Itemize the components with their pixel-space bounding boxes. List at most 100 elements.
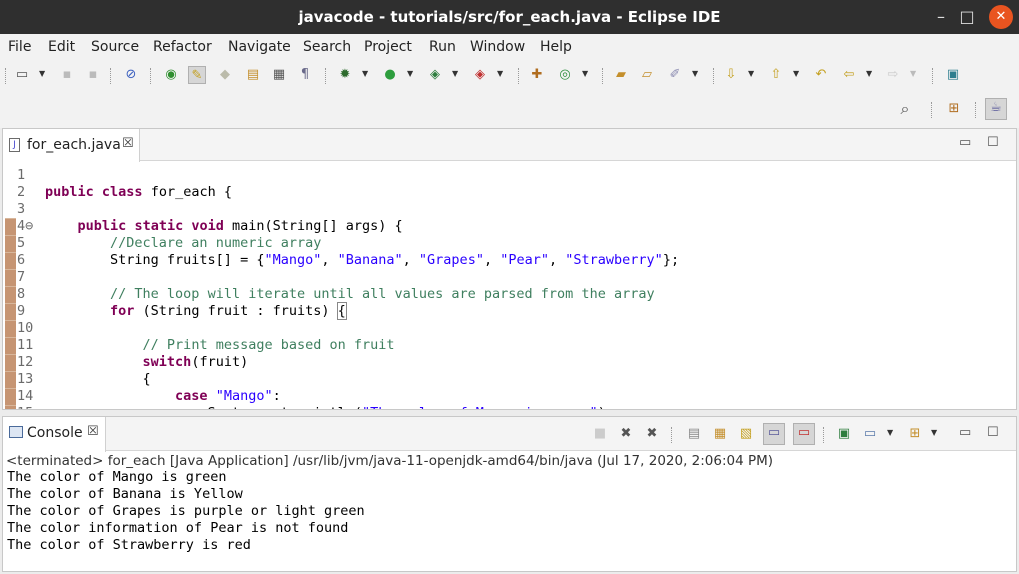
java-perspective-icon[interactable]: ☕ [985,98,1007,120]
save-icon[interactable]: ▪ [58,66,76,84]
tab-console[interactable]: Console ☒ [3,417,106,452]
terminate-icon[interactable]: ■ [591,425,609,443]
code-line[interactable]: 8 // The loop will iterate until all val… [3,286,1003,303]
external-tools-icon[interactable]: ◈ [471,66,489,84]
show-whitespace-icon[interactable]: ¶ [296,66,314,84]
code-line[interactable]: 3 [3,201,1003,218]
tab-label: for_each.java [27,137,121,153]
pin-console-icon[interactable]: ▣ [835,425,853,443]
code-text: public static void main(String[] args) { [77,218,403,234]
open-type-hierarchy-icon[interactable]: ▰ [612,66,630,84]
mark-occurrences-icon[interactable]: ✎ [188,66,206,84]
display-selected-console-icon[interactable]: ▭ [861,425,879,443]
chevron-down-icon[interactable]: ▼ [39,69,45,78]
chevron-down-icon[interactable]: ▼ [582,69,588,78]
search-tool-icon[interactable]: ✐ [666,66,684,84]
show-console-on-error-icon[interactable]: ▭ [793,423,815,445]
console-panel: Console ☒ ■ ✖ ✖ ▤ ▦ ▧ ▭ ▭ ▣ ▭ ▼ ⊞ ▼ ▭ ☐ … [2,416,1017,572]
chevron-down-icon[interactable]: ▼ [407,69,413,78]
menu-project[interactable]: Project [364,39,412,55]
search-icon[interactable]: ⌕ [896,100,914,118]
code-line[interactable]: 4⊖ public static void main(String[] args… [3,218,1003,235]
maximize-view-icon[interactable]: ▣ [944,66,962,84]
title-bar: javacode - tutorials/src/for_each.java -… [0,0,1019,34]
close-icon[interactable]: ☒ [87,424,99,439]
toolbar-separator [150,68,151,84]
scroll-lock-icon[interactable]: ▦ [711,425,729,443]
chevron-down-icon[interactable]: ▼ [452,69,458,78]
line-number: 8 [17,286,26,302]
menu-edit[interactable]: Edit [48,39,75,55]
code-line[interactable]: 12 switch(fruit) [3,354,1003,371]
toggle-comment-icon[interactable]: ▤ [244,66,262,84]
menu-navigate[interactable]: Navigate [228,39,291,55]
run-icon[interactable]: ● [381,66,399,84]
chevron-down-icon[interactable]: ▼ [748,69,754,78]
console-tab-label: Console [27,425,83,441]
open-console-icon[interactable]: ⊞ [906,425,924,443]
code-line[interactable]: 10 [3,320,1003,337]
chevron-down-icon[interactable]: ▼ [866,69,872,78]
menu-refactor[interactable]: Refactor [153,39,212,55]
word-wrap-icon[interactable]: ▦ [270,66,288,84]
menu-file[interactable]: File [8,39,31,55]
next-annotation-icon[interactable]: ⇩ [722,66,740,84]
open-type-icon[interactable]: ◉ [162,66,180,84]
debug-icon[interactable]: ✹ [336,66,354,84]
chevron-down-icon[interactable]: ▼ [362,69,368,78]
quick-diff-marker [5,269,16,286]
back-icon[interactable]: ⇦ [840,66,858,84]
save-all-icon[interactable]: ▪ [84,66,102,84]
menu-source[interactable]: Source [91,39,139,55]
maximize-panel-icon[interactable]: ☐ [987,425,999,440]
menu-window[interactable]: Window [470,39,525,55]
java-file-icon: J [9,138,20,152]
code-line[interactable]: 2 public class for_each { [3,184,1003,201]
chevron-down-icon[interactable]: ▼ [931,428,937,437]
chevron-down-icon[interactable]: ▼ [692,69,698,78]
minimize-panel-icon[interactable]: ▭ [959,425,971,440]
new-java-class-icon[interactable]: ◎ [556,66,574,84]
word-wrap-icon[interactable]: ▧ [737,425,755,443]
new-java-package-icon[interactable]: ✚ [528,66,546,84]
code-line[interactable]: 5 //Declare an numeric array [3,235,1003,252]
code-line[interactable]: 14 case "Mango": [3,388,1003,405]
show-console-on-output-icon[interactable]: ▭ [763,423,785,445]
new-icon[interactable]: ▭ [13,66,31,84]
menu-search[interactable]: Search [303,39,351,55]
chevron-down-icon[interactable]: ▼ [910,69,916,78]
code-editor[interactable]: 1 2 public class for_each {3 4⊖ public stat… [3,167,1016,409]
maximize-button[interactable]: □ [955,5,979,29]
chevron-down-icon[interactable]: ▼ [497,69,503,78]
menu-run[interactable]: Run [429,39,456,55]
forward-icon[interactable]: ⇨ [884,66,902,84]
code-line[interactable]: 6 String fruits[] = {"Mango", "Banana", … [3,252,1003,269]
quick-diff-marker [5,354,16,371]
code-line[interactable]: 7 [3,269,1003,286]
minimize-panel-icon[interactable]: ▭ [959,135,971,150]
close-button[interactable]: ✕ [989,5,1013,29]
previous-annotation-icon[interactable]: ⇧ [767,66,785,84]
code-line[interactable]: 15 System.out.println("The color of Mang… [3,405,1003,409]
chevron-down-icon[interactable]: ▼ [887,428,893,437]
open-task-icon[interactable]: ▱ [638,66,656,84]
code-line[interactable]: 1 [3,167,1003,184]
tab-for-each-java[interactable]: J for_each.java ☒ [3,129,140,162]
remove-all-terminated-icon[interactable]: ✖ [643,425,661,443]
maximize-panel-icon[interactable]: ☐ [987,135,999,150]
chevron-down-icon[interactable]: ▼ [793,69,799,78]
clear-console-icon[interactable]: ▤ [685,425,703,443]
block-selection-icon[interactable]: ◆ [216,66,234,84]
skip-breakpoints-icon[interactable]: ⊘ [122,66,140,84]
last-edit-location-icon[interactable]: ↶ [812,66,830,84]
remove-launch-icon[interactable]: ✖ [617,425,635,443]
code-line[interactable]: 13 { [3,371,1003,388]
code-line[interactable]: 9 for (String fruit : fruits) { [3,302,1003,320]
close-icon[interactable]: ☒ [122,136,134,151]
code-line[interactable]: 11 // Print message based on fruit [3,337,1003,354]
coverage-icon[interactable]: ◈ [426,66,444,84]
open-perspective-icon[interactable]: ⊞ [945,100,963,118]
code-text: // Print message based on fruit [142,337,395,353]
minimize-button[interactable]: – [929,5,953,29]
menu-help[interactable]: Help [540,39,572,55]
